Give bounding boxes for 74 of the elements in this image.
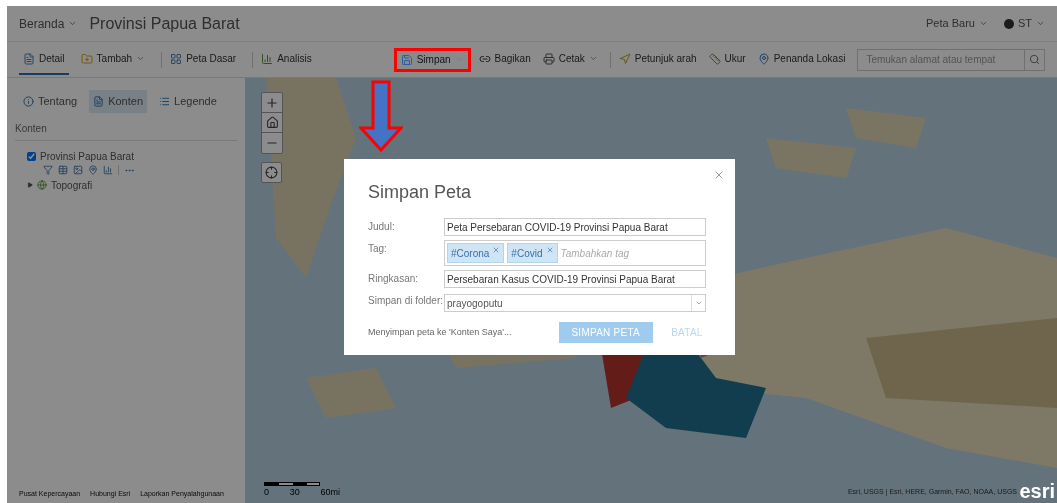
esri-logo: esri [1019, 481, 1055, 501]
section-heading: Konten [15, 120, 237, 141]
crosshair-icon [265, 166, 278, 179]
scale-bar [264, 481, 320, 486]
locate-button[interactable] [261, 162, 282, 183]
tag-chip: #Covid [507, 243, 558, 263]
field-label: Tag: [368, 242, 388, 254]
home-menu[interactable]: Beranda [19, 14, 78, 33]
layer-name[interactable]: Provinsi Papua Barat [40, 148, 134, 164]
scale-label: 60mi [320, 485, 340, 499]
layer-tool-icon[interactable] [73, 165, 83, 175]
close-button[interactable] [713, 169, 725, 181]
toolbar-button[interactable]: Cetak [538, 44, 602, 75]
toolbar-button[interactable]: Simpan [393, 47, 471, 72]
remove-tag-icon[interactable] [492, 246, 501, 254]
caret-icon [68, 19, 78, 28]
toolbar-button[interactable]: Peta Dasar [166, 44, 241, 75]
text-field[interactable]: Persebaran Kasus COVID-19 Provinsi Papua Barat [444, 270, 706, 288]
toolbar-button[interactable]: Petunjuk arah [614, 44, 701, 75]
tab-icon [23, 95, 34, 107]
toolbar-icon [80, 52, 93, 65]
user-menu[interactable]: ST [1003, 15, 1045, 32]
layer-tool-icon[interactable] [88, 165, 98, 175]
globe-icon [37, 180, 47, 190]
scale-label: 30 [289, 485, 300, 499]
caret-icon [1036, 19, 1045, 28]
sidebar-tab[interactable]: Legende [155, 90, 221, 113]
remove-tag-icon[interactable] [545, 246, 554, 254]
expand-icon[interactable] [27, 182, 33, 188]
sidebar-tab[interactable]: Konten [89, 90, 148, 113]
layer-tool-icon[interactable] [58, 165, 68, 175]
toolbar-icon [708, 52, 721, 65]
caret-icon [978, 19, 988, 28]
field-label: Ringkasan: [368, 272, 420, 284]
layer-tool-icon[interactable] [43, 165, 53, 175]
toolbar-icon [542, 52, 555, 65]
tag-field[interactable]: #Corona #Covid Tambahkan tag [444, 240, 706, 266]
toolbar-icon [23, 52, 35, 65]
toolbar-button[interactable]: Ukur [704, 44, 750, 75]
home-icon [265, 116, 279, 129]
status-text: Menyimpan peta ke 'Konten Saya'... [368, 325, 513, 339]
caret-icon [136, 54, 146, 63]
toolbar-icon [757, 52, 770, 65]
tab-icon [159, 95, 171, 107]
layer-tool-icon[interactable] [103, 165, 113, 175]
toolbar-button[interactable]: Penanda Lokasi [753, 44, 850, 75]
new-map-menu[interactable]: Peta Baru [926, 15, 988, 32]
layer-name[interactable]: Topografi [51, 177, 93, 193]
tag-chip: #Corona [447, 243, 505, 263]
avatar-icon [1003, 18, 1014, 29]
caret-icon [588, 54, 598, 63]
caret-icon [694, 299, 703, 307]
folder-select[interactable]: prayogoputu [444, 294, 706, 312]
field-label: Judul: [368, 220, 396, 232]
toolbar-button[interactable]: Detail [19, 44, 69, 75]
text-field[interactable]: Peta Persebaran COVID-19 Provinsi Papua Barat [444, 218, 706, 236]
sidebar-tab[interactable]: Tentang [19, 90, 82, 113]
layer-checkbox[interactable] [27, 151, 36, 161]
toolbar-icon [170, 52, 183, 65]
annotation-arrow [359, 80, 403, 152]
toolbar-button[interactable]: Tambah [76, 44, 150, 75]
scale-label: 0 [264, 485, 269, 499]
tab-icon [93, 95, 105, 107]
dialog-title: Simpan Peta [368, 181, 473, 204]
toolbar-button[interactable]: Analisis [257, 44, 316, 75]
zoom-in-icon [265, 95, 279, 110]
toolbar-button[interactable]: Bagikan [474, 44, 535, 75]
toolbar-icon [400, 53, 413, 66]
toolbar-icon [618, 52, 631, 65]
map-title: Provinsi Papua Barat [89, 13, 240, 34]
home-button[interactable] [262, 113, 282, 133]
toolbar-icon [261, 52, 274, 65]
tag-input[interactable]: Tambahkan tag [560, 245, 703, 261]
field-label: Simpan di folder: [368, 294, 444, 306]
